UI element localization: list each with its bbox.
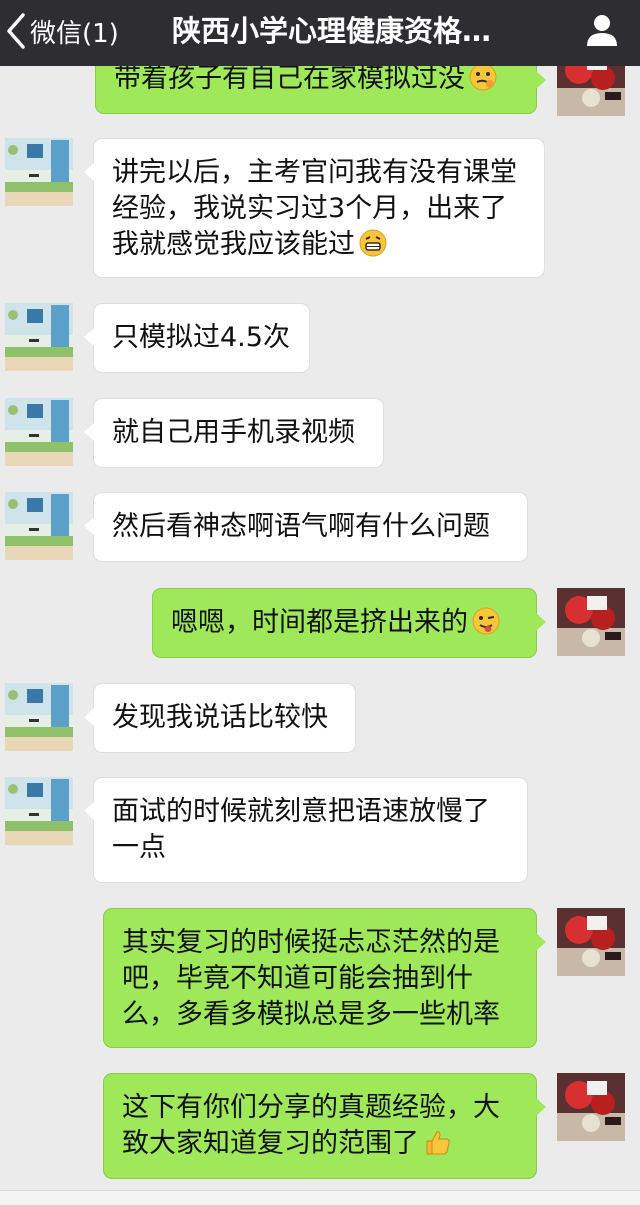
message-text: 嗯嗯，时间都是挤出来的: [171, 607, 468, 638]
message-text: 发现我说话比较快: [112, 702, 328, 733]
awkward-face-icon: [468, 62, 498, 92]
message-text: 带着孩子有自己在家模拟过没: [114, 63, 465, 94]
message-text: 面试的时候就刻意把语速放慢了一点: [112, 796, 490, 863]
message-bubble-incoming[interactable]: 只模拟过4.5次: [84, 303, 310, 373]
chat-title: 陕西小学心理健康资格…: [172, 14, 492, 48]
contact-avatar[interactable]: [5, 683, 73, 751]
contact-avatar[interactable]: [5, 777, 73, 845]
message-bubble-incoming[interactable]: 发现我说话比较快: [84, 683, 356, 753]
my-avatar[interactable]: [557, 588, 625, 656]
message-bubble-incoming[interactable]: 讲完以后，主考官问我有没有课堂经验，我说实习过3个月，出来了我就感觉我应该能过: [84, 138, 545, 278]
message-bubble-incoming[interactable]: 面试的时候就刻意把语速放慢了一点: [84, 777, 528, 883]
back-label: 微信(1): [30, 18, 119, 49]
contact-avatar[interactable]: [5, 138, 73, 206]
navigation-bar: 微信(1) 陕西小学心理健康资格…: [0, 0, 640, 66]
message-text: 只模拟过4.5次: [112, 322, 290, 353]
contact-avatar[interactable]: [5, 303, 73, 371]
back-button[interactable]: 微信(1): [4, 8, 119, 54]
message-text: 其实复习的时候挺忐忑茫然的是吧，毕竟不知道可能会抽到什么，多看多模拟总是多一些机…: [122, 927, 500, 1030]
thumbs-up-icon: [422, 1127, 452, 1157]
wink-tongue-face-icon: [471, 606, 501, 636]
message-text: 就自己用手机录视频: [112, 417, 355, 448]
message-bubble-incoming[interactable]: 然后看神态啊语气啊有什么问题: [84, 492, 528, 562]
input-bar-edge: [0, 1190, 640, 1205]
message-text: 然后看神态啊语气啊有什么问题: [112, 511, 490, 542]
chevron-left-icon: [4, 11, 28, 51]
message-bubble-outgoing[interactable]: 其实复习的时候挺忐忑茫然的是吧，毕竟不知道可能会抽到什么，多看多模拟总是多一些机…: [103, 908, 546, 1048]
message-text: 讲完以后，主考官问我有没有课堂经验，我说实习过3个月，出来了我就感觉我应该能过: [112, 157, 517, 260]
contact-avatar[interactable]: [5, 492, 73, 560]
person-icon[interactable]: [582, 10, 622, 50]
contact-avatar[interactable]: [5, 398, 73, 466]
message-bubble-incoming[interactable]: 就自己用手机录视频: [84, 398, 384, 468]
grin-face-icon: [358, 228, 388, 258]
my-avatar[interactable]: [557, 1073, 625, 1141]
message-bubble-outgoing[interactable]: 嗯嗯，时间都是挤出来的: [152, 588, 546, 658]
message-bubble-outgoing[interactable]: 这下有你们分享的真题经验，大致大家知道复习的范围了: [103, 1073, 546, 1179]
my-avatar[interactable]: [557, 908, 625, 976]
chat-area[interactable]: 带着孩子有自己在家模拟过没 讲完以后，主考官问我有没有课堂经验，我说实习过3个月…: [0, 0, 640, 1204]
